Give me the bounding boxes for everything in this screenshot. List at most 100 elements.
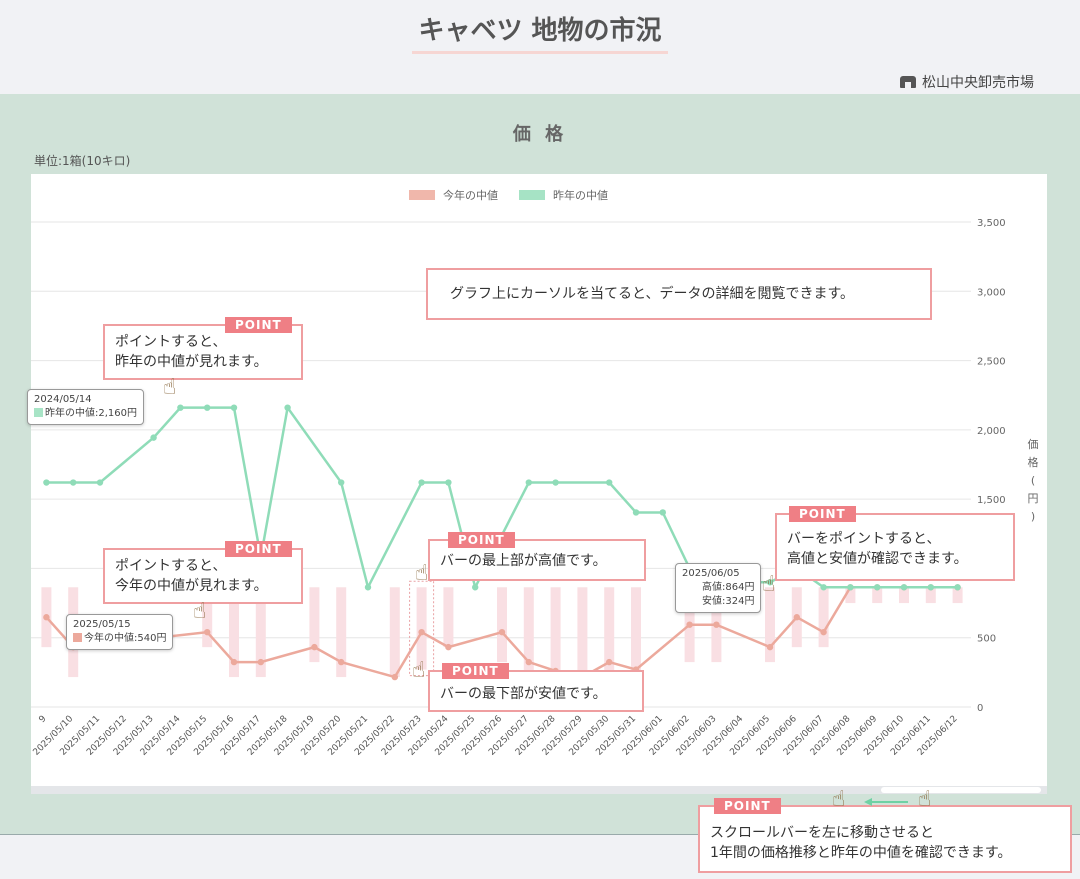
data-point — [632, 509, 640, 516]
data-point — [418, 628, 425, 636]
data-point — [552, 479, 559, 486]
hand-pointer-icon: ☝ — [412, 658, 426, 683]
range-bar — [550, 587, 561, 678]
data-point — [70, 479, 77, 486]
y-tick-label: 500 — [977, 634, 996, 645]
data-point — [606, 479, 613, 486]
left-arrow-icon — [864, 798, 908, 806]
range-bar — [497, 587, 507, 663]
data-point — [525, 479, 532, 486]
data-point — [204, 404, 211, 411]
y-tick-label: 3,500 — [977, 218, 1006, 229]
panel-title: 価 格 — [512, 124, 568, 145]
chart-panel: 価 格 単位:1箱(10キロ) 3,500 3,000 2,500 2,000 1,50… — [0, 94, 1080, 835]
data-point — [900, 584, 908, 591]
scrollbar-thumb[interactable] — [881, 787, 1041, 793]
callout-this-year: POINT ポイントすると、 今年の中値が見れます。 — [103, 541, 303, 604]
range-bar — [443, 587, 454, 648]
hand-pointer-icon: ☝ — [415, 561, 429, 586]
data-point — [874, 584, 881, 591]
y-axis-label: 価 — [1028, 438, 1039, 451]
data-point — [659, 509, 666, 516]
legend-swatch — [73, 633, 82, 642]
callout-bar-top: POINT バーの最上部が高値です。 — [428, 532, 646, 581]
y-axis-label: ) — [1031, 510, 1035, 523]
data-point — [927, 584, 934, 591]
shop-icon — [900, 76, 916, 88]
hand-pointer-icon: ☝ — [163, 375, 177, 400]
range-bar — [309, 587, 320, 663]
y-axis-label: ( — [1031, 474, 1035, 487]
page-title: キャベツ 地物の市況 — [0, 10, 1080, 54]
tooltip-bar: 2025/06/05 高値:864円 安値:324円 — [675, 563, 762, 613]
tooltip-high: 高値:864円 — [702, 582, 755, 593]
range-bar — [631, 587, 641, 678]
callout-scroll: POINT スクロールバーを左に移動させると 1年間の価格推移と昨年の中値を確認… — [698, 798, 1072, 873]
data-point — [311, 643, 318, 651]
callout-bar-bottom: POINT バーの最下部が安値です。 — [428, 663, 644, 712]
y-tick-label: 1,500 — [977, 495, 1006, 506]
data-point — [793, 614, 800, 621]
data-point — [472, 584, 479, 591]
data-point — [391, 673, 398, 681]
range-bar — [765, 587, 775, 663]
data-point — [498, 628, 506, 636]
callout-hover: グラフ上にカーソルを当てると、データの詳細を閲覧できます。 — [426, 268, 932, 320]
data-point — [525, 658, 532, 666]
y-tick-label: 2,500 — [977, 357, 1006, 368]
tooltip-last-year: 2024/05/14 昨年の中値:2,160円 — [27, 389, 144, 425]
point-tag: POINT — [442, 663, 509, 679]
tooltip-date: 2024/05/14 — [34, 394, 92, 405]
tooltip-value: 今年の中値:540円 — [73, 632, 166, 646]
data-point — [766, 643, 774, 651]
y-tick-label: 2,000 — [977, 426, 1006, 437]
data-point — [820, 628, 827, 636]
unit-label: 単位:1箱(10キロ) — [34, 154, 131, 168]
data-point — [418, 479, 425, 486]
chart-scrollbar[interactable] — [31, 786, 1047, 794]
data-point — [204, 628, 211, 636]
data-point — [150, 434, 157, 441]
hand-pointer-icon: ☝ — [193, 599, 207, 624]
hand-pointer-icon: ☝ — [832, 787, 846, 812]
data-point — [954, 584, 961, 591]
tooltip-date: 2025/06/05 — [682, 568, 740, 579]
data-point — [257, 658, 264, 666]
data-point — [713, 621, 720, 628]
market-name: 松山中央卸売市場 — [900, 72, 1034, 92]
data-point — [445, 643, 452, 651]
legend-swatch — [34, 408, 43, 417]
data-point — [338, 479, 345, 486]
legend-label: 昨年の中値 — [553, 188, 608, 202]
legend-swatch — [409, 190, 435, 200]
data-point — [445, 479, 452, 486]
hand-pointer-icon: ☝ — [918, 787, 932, 812]
tooltip-low: 安値:324円 — [702, 596, 755, 607]
data-point — [820, 584, 827, 591]
data-point — [43, 614, 50, 621]
data-point — [177, 404, 184, 411]
tooltip-date: 2025/05/15 — [73, 619, 131, 630]
data-point — [230, 658, 238, 666]
callout-last-year: POINT ポイントすると、 昨年の中値が見れます。 — [103, 317, 303, 380]
range-bar — [577, 587, 588, 678]
point-tag: POINT — [225, 317, 292, 333]
data-point — [686, 621, 693, 628]
y-axis-label: 円 — [1028, 492, 1039, 505]
data-point — [606, 658, 613, 666]
point-tag: POINT — [448, 532, 515, 548]
data-point — [338, 658, 345, 666]
point-tag: POINT — [714, 798, 781, 814]
callout-bar-point: POINT バーをポイントすると、 高値と安値が確認できます。 — [775, 506, 1015, 581]
data-point — [43, 479, 50, 486]
data-point — [364, 584, 372, 591]
data-point — [284, 404, 291, 411]
range-bar — [818, 587, 829, 648]
legend-label: 今年の中値 — [443, 188, 498, 202]
legend-swatch — [519, 190, 545, 200]
x-tick-label: 9 — [37, 714, 48, 725]
data-point — [847, 584, 854, 591]
point-tag: POINT — [789, 506, 856, 522]
data-point — [96, 479, 104, 486]
point-tag: POINT — [225, 541, 292, 557]
